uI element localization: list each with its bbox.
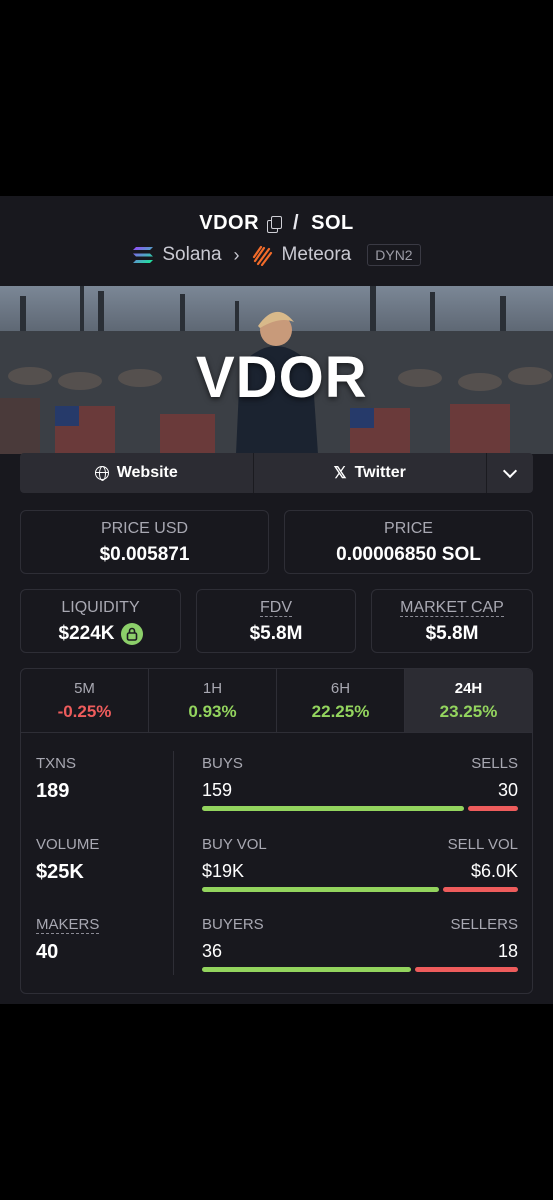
buys-sells-bar <box>202 806 518 811</box>
chevron-right-icon: › <box>233 244 240 265</box>
website-label: Website <box>116 464 178 481</box>
price-usd-card: PRICE USD $0.005871 <box>20 510 269 574</box>
trade-stats-card: 5M -0.25% 1H 0.93% 6H 22.25% 24H 23.25% … <box>20 668 533 994</box>
fdv-value: $5.8M <box>249 623 303 644</box>
base-symbol: VDOR <box>199 212 260 234</box>
sellers-bar-fill <box>415 967 518 972</box>
more-links-button[interactable] <box>487 453 533 493</box>
sell-vol-label: SELL VOL <box>447 836 518 853</box>
timeframe-tabs: 5M -0.25% 1H 0.93% 6H 22.25% 24H 23.25% <box>21 669 532 733</box>
breadcrumb: Solana › Meteora DYN2 <box>0 244 553 266</box>
txns-stat: TXNS 189 <box>36 755 76 803</box>
copy-icon[interactable] <box>267 215 283 233</box>
buyers-sellers-bar <box>202 967 518 972</box>
buy-vol-bar-fill <box>202 887 440 892</box>
makers-value: 40 <box>36 941 59 963</box>
liquidity-card: LIQUIDITY $224K <box>20 589 181 653</box>
sells-label: SELLS <box>471 755 518 772</box>
tab-change: 22.25% <box>311 702 370 721</box>
liquidity-label: LIQUIDITY <box>61 599 140 616</box>
volume-value: $25K <box>36 861 84 883</box>
sells-value: 30 <box>497 780 518 800</box>
tab-label: 24H <box>454 680 483 697</box>
buyers-bar-fill <box>202 967 412 972</box>
sellers-label: SELLERS <box>450 916 518 933</box>
price-native-card: PRICE 0.00006850 SOL <box>284 510 533 574</box>
tab-label: 5M <box>74 680 95 697</box>
price-usd-value: $0.005871 <box>99 544 190 565</box>
price-usd-label: PRICE USD <box>100 520 189 537</box>
tab-24h[interactable]: 24H 23.25% <box>405 669 532 732</box>
tab-change: 0.93% <box>188 702 237 721</box>
buyers-value: 36 <box>202 941 223 961</box>
tab-5m[interactable]: 5M -0.25% <box>21 669 149 732</box>
price-native-label: PRICE <box>384 520 433 537</box>
liquidity-value: $224K <box>58 623 115 644</box>
pair-separator: / <box>293 212 300 234</box>
website-button[interactable]: Website <box>20 453 254 493</box>
tab-label: 1H <box>202 680 223 697</box>
pool-tag-badge: DYN2 <box>367 244 421 266</box>
chain-name[interactable]: Solana <box>162 244 221 266</box>
market-cap-card: MARKET CAP $5.8M <box>371 589 533 653</box>
column-divider <box>173 751 174 975</box>
tab-6h[interactable]: 6H 22.25% <box>277 669 405 732</box>
tab-change: 23.25% <box>439 702 498 721</box>
twitter-label: Twitter <box>354 464 406 481</box>
pair-title: VDOR / SOL <box>0 212 553 235</box>
sell-vol-bar-fill <box>443 887 518 892</box>
volume-label: VOLUME <box>36 836 100 853</box>
tab-change: -0.25% <box>57 702 112 721</box>
txns-value: 189 <box>36 780 70 802</box>
globe-icon <box>94 466 109 481</box>
buy-vol-label: BUY VOL <box>202 836 267 853</box>
buyers-label: BUYERS <box>202 916 264 933</box>
volume-stat: VOLUME $25K <box>36 836 99 884</box>
meteora-icon <box>252 245 272 266</box>
chevron-down-icon <box>502 463 518 478</box>
buy-vol-value: $19K <box>202 861 245 881</box>
quote-symbol: SOL <box>311 212 354 234</box>
solana-icon <box>133 247 154 263</box>
sell-vol-value: $6.0K <box>470 861 518 881</box>
twitter-button[interactable]: 𝕏 Twitter <box>254 453 487 493</box>
tab-1h[interactable]: 1H 0.93% <box>149 669 277 732</box>
makers-label[interactable]: MAKERS <box>36 916 100 934</box>
dex-name[interactable]: Meteora <box>282 244 352 266</box>
fdv-card: FDV $5.8M <box>196 589 356 653</box>
x-icon: 𝕏 <box>333 465 347 482</box>
price-native-value: 0.00006850 SOL <box>336 544 481 565</box>
sells-bar-fill <box>468 806 518 811</box>
buys-bar-fill <box>202 806 465 811</box>
social-links-bar: Website 𝕏 Twitter <box>20 453 533 493</box>
market-cap-label[interactable]: MARKET CAP <box>400 599 504 617</box>
buys-value: 159 <box>202 780 233 800</box>
buyers-sellers-row: BUYERS SELLERS 36 18 <box>202 916 518 972</box>
txns-label: TXNS <box>36 755 77 772</box>
tab-label: 6H <box>330 680 351 697</box>
banner-logo-text: VDOR <box>196 345 368 410</box>
volume-row: BUY VOL SELL VOL $19K $6.0K <box>202 836 518 892</box>
fdv-label[interactable]: FDV <box>260 599 292 617</box>
lock-icon[interactable] <box>120 623 143 645</box>
volume-bar <box>202 887 518 892</box>
buys-label: BUYS <box>202 755 243 772</box>
buys-sells-row: BUYS SELLS 159 30 <box>202 755 518 811</box>
makers-stat: MAKERS 40 <box>36 916 100 964</box>
market-cap-value: $5.8M <box>425 623 479 644</box>
sellers-value: 18 <box>497 941 518 961</box>
